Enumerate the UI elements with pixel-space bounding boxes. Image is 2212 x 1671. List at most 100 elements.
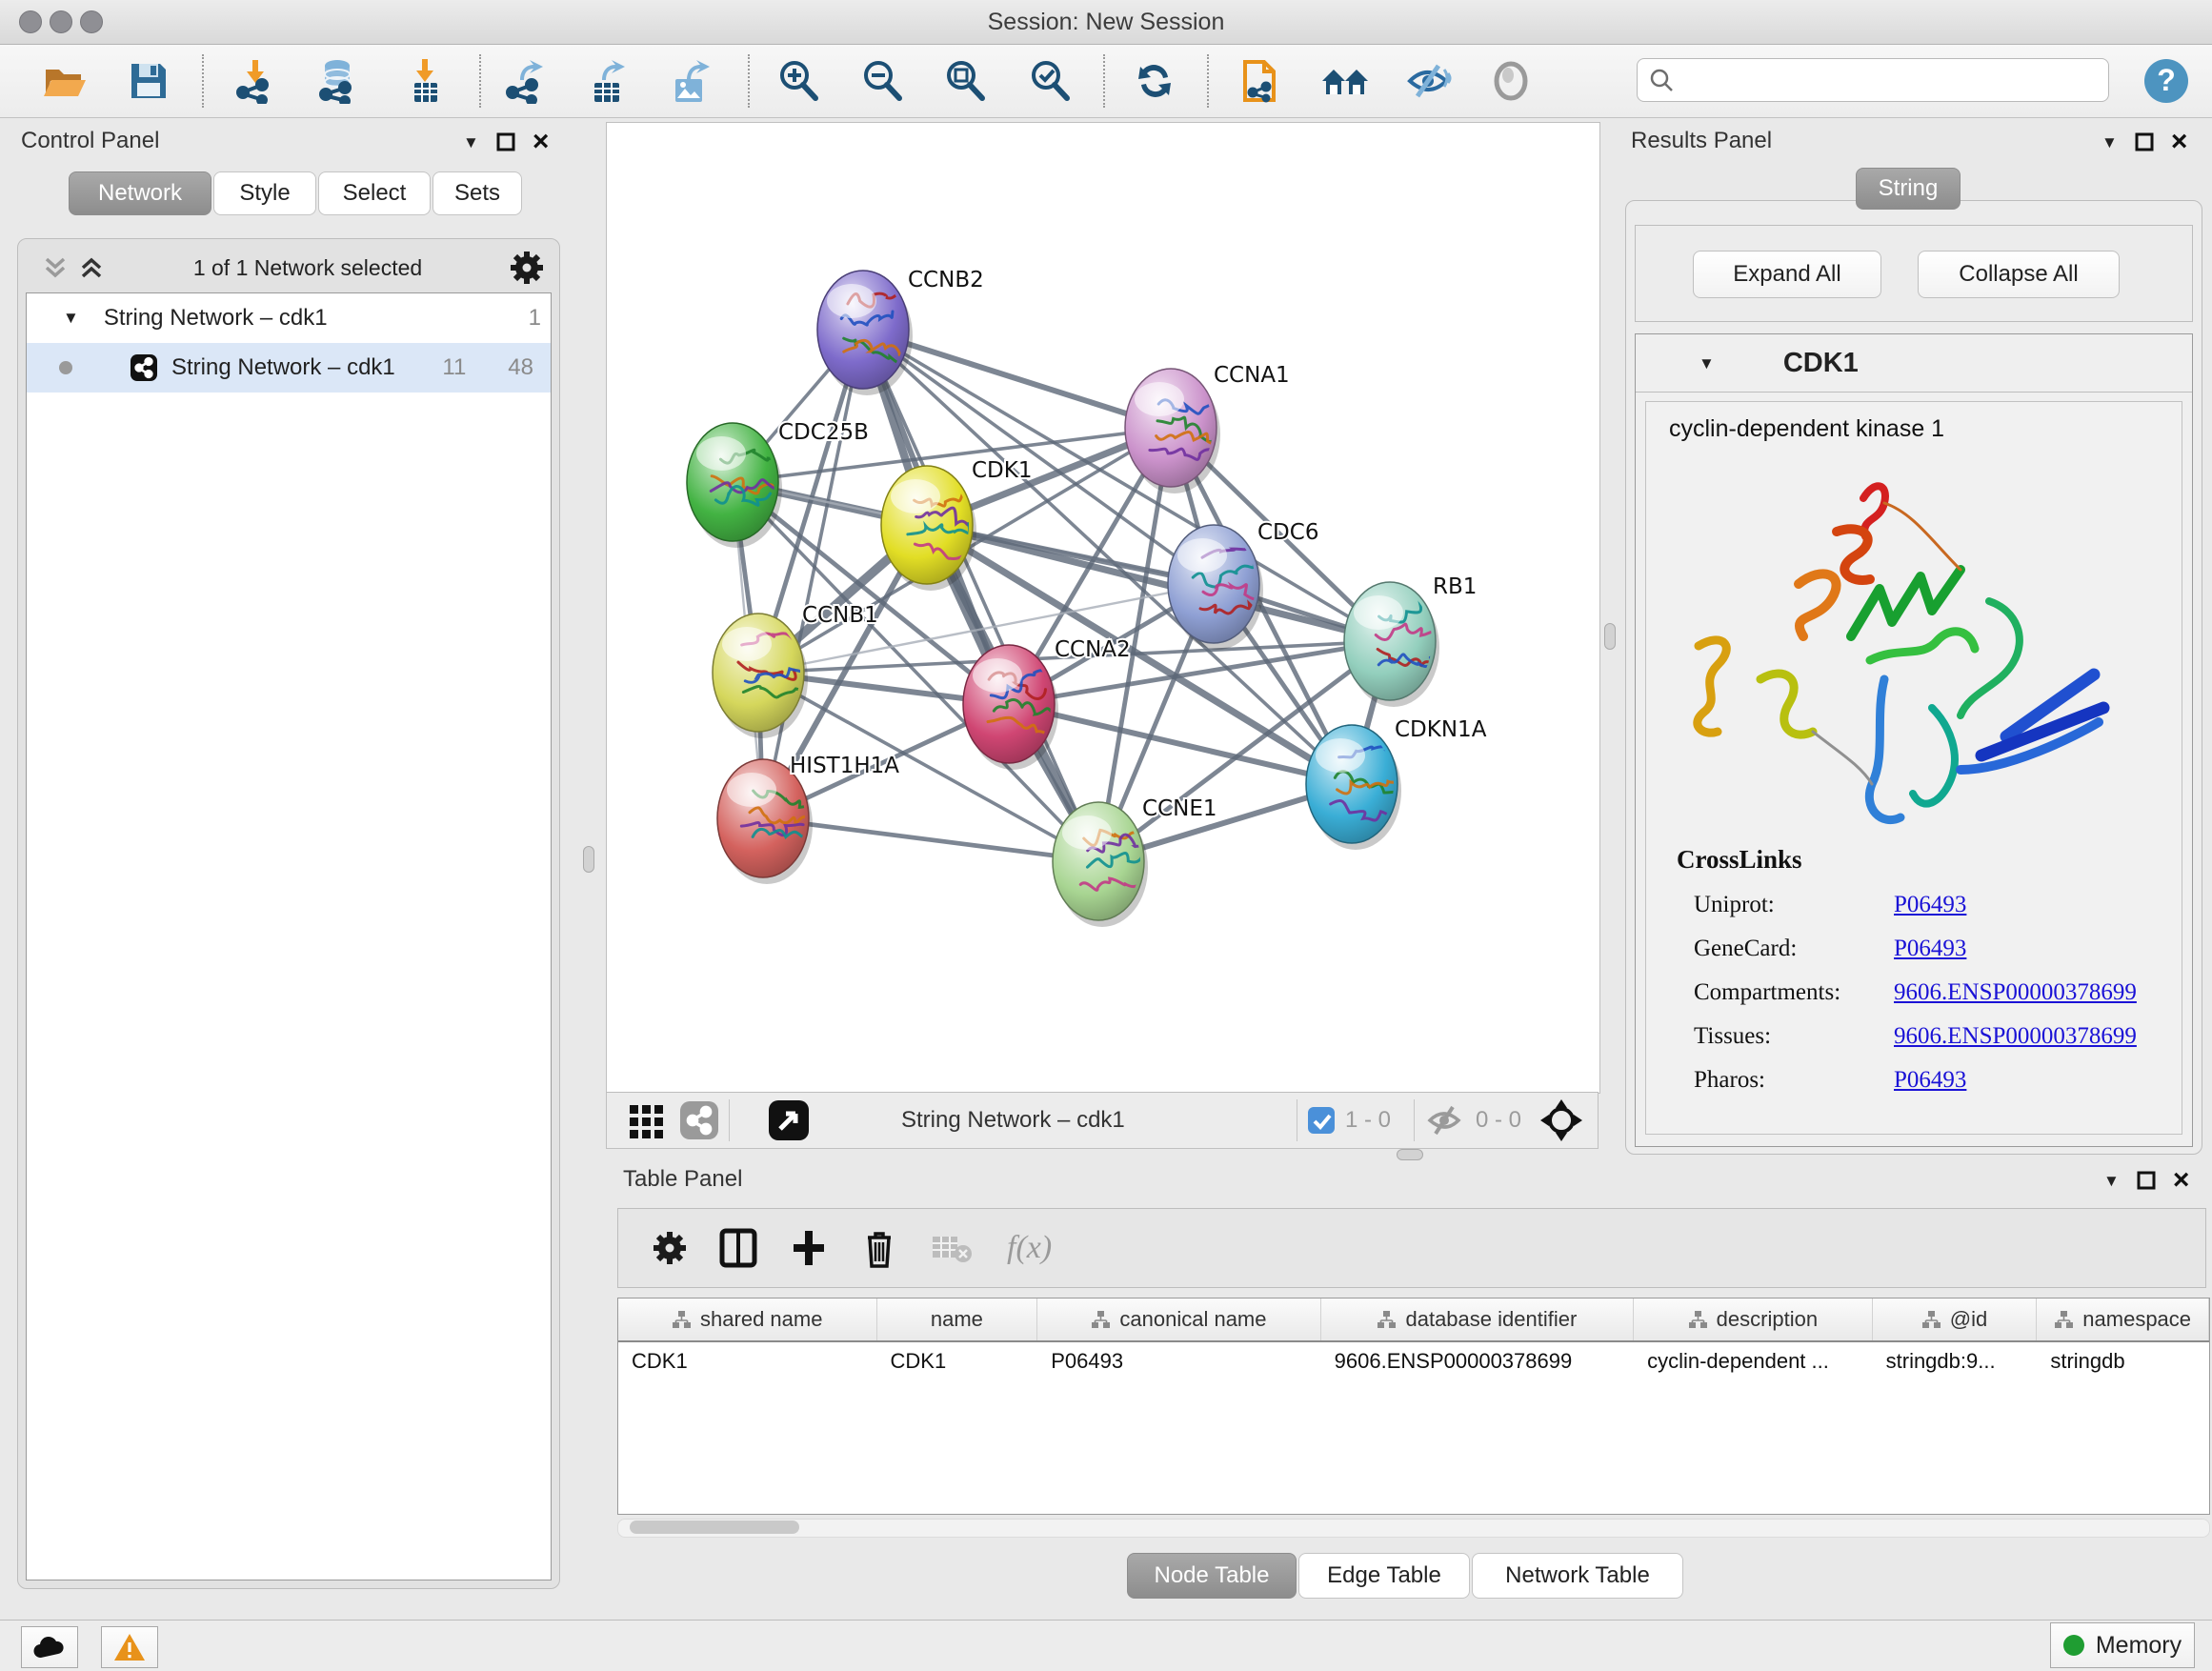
- tab-edge-table[interactable]: Edge Table: [1298, 1553, 1470, 1599]
- search-field[interactable]: [1637, 58, 2109, 102]
- network-list-options-gear-icon[interactable]: [510, 251, 544, 285]
- crosslink-value-link[interactable]: P06493: [1894, 1067, 1966, 1094]
- table-cell[interactable]: stringdb: [2037, 1342, 2209, 1380]
- table-options-gear-icon[interactable]: [653, 1231, 687, 1265]
- save-session-button[interactable]: [124, 56, 173, 106]
- hidden-eye-icon[interactable]: [1424, 1103, 1466, 1137]
- refresh-button[interactable]: [1130, 56, 1179, 106]
- network-edge[interactable]: [863, 330, 1098, 861]
- tab-network[interactable]: Network: [69, 171, 211, 215]
- zoom-selected-button[interactable]: [1025, 56, 1075, 106]
- warning-status-button[interactable]: [101, 1626, 158, 1668]
- network-node-rb1[interactable]: [1344, 582, 1439, 707]
- column-header--id[interactable]: @id: [1873, 1299, 2038, 1340]
- scrollbar-thumb[interactable]: [630, 1520, 799, 1534]
- show-columns-icon[interactable]: [719, 1227, 757, 1269]
- expand-all-icon[interactable]: [77, 253, 106, 282]
- network-node-ccna2[interactable]: [963, 645, 1058, 770]
- table-horizontal-scrollbar[interactable]: [617, 1519, 2210, 1538]
- crosslink-value-link[interactable]: P06493: [1894, 892, 1966, 918]
- import-network-file-button[interactable]: [231, 56, 280, 106]
- memory-button[interactable]: Memory: [2050, 1622, 2195, 1668]
- zoom-out-button[interactable]: [857, 56, 907, 106]
- column-header-canonical-name[interactable]: canonical name: [1037, 1299, 1320, 1340]
- network-node-cdc6[interactable]: [1168, 525, 1269, 650]
- export-network-button[interactable]: [500, 56, 550, 106]
- panel-float-icon[interactable]: [2135, 132, 2154, 151]
- column-header-shared-name[interactable]: shared name: [618, 1299, 877, 1340]
- selected-checkbox-icon[interactable]: [1307, 1106, 1336, 1135]
- tab-sets[interactable]: Sets: [432, 171, 522, 215]
- network-node-cdk1[interactable]: [881, 466, 983, 591]
- table-cell[interactable]: CDK1: [877, 1342, 1038, 1380]
- birds-eye-view-icon[interactable]: [768, 1099, 810, 1141]
- column-header-namespace[interactable]: namespace: [2037, 1299, 2209, 1340]
- results-entry-header[interactable]: ▼ CDK1: [1636, 334, 2192, 393]
- network-node-ccna1[interactable]: [1125, 369, 1224, 493]
- network-node-ccnb2[interactable]: [817, 271, 913, 395]
- export-image-button[interactable]: [665, 56, 714, 106]
- crosslink-value-link[interactable]: 9606.ENSP00000378699: [1894, 979, 2137, 1006]
- tab-style[interactable]: Style: [213, 171, 316, 215]
- fit-content-crosshair-icon[interactable]: [1538, 1097, 1584, 1143]
- network-tree-child-row[interactable]: String Network – cdk1 11 48: [27, 343, 551, 393]
- tab-string-results[interactable]: String: [1856, 168, 1961, 210]
- left-splitter-grip[interactable]: [583, 846, 594, 873]
- tab-node-table[interactable]: Node Table: [1127, 1553, 1297, 1599]
- cloud-status-button[interactable]: [21, 1626, 78, 1668]
- expand-all-button[interactable]: Expand All: [1693, 251, 1881, 298]
- string-document-button[interactable]: [1236, 56, 1285, 106]
- delete-column-icon[interactable]: [860, 1226, 898, 1270]
- delete-table-icon[interactable]: [931, 1229, 975, 1267]
- help-button[interactable]: ?: [2142, 56, 2191, 106]
- zoom-in-button[interactable]: [774, 56, 823, 106]
- export-table-button[interactable]: [582, 56, 632, 106]
- add-column-icon[interactable]: [790, 1227, 828, 1269]
- tree-expand-icon[interactable]: ▼: [63, 309, 79, 328]
- grid-view-icon[interactable]: [628, 1101, 666, 1139]
- tab-network-table[interactable]: Network Table: [1472, 1553, 1683, 1599]
- entry-collapse-icon[interactable]: ▼: [1699, 355, 1715, 372]
- collapse-all-button[interactable]: Collapse All: [1918, 251, 2120, 298]
- panel-menu-icon[interactable]: ▼: [2101, 134, 2118, 151]
- network-node-ccnb1[interactable]: [713, 614, 812, 738]
- zoom-fit-button[interactable]: [940, 56, 990, 106]
- function-builder-icon[interactable]: f(x): [1007, 1230, 1052, 1266]
- table-cell[interactable]: cyclin-dependent ...: [1634, 1342, 1873, 1380]
- import-table-file-button[interactable]: [400, 56, 450, 106]
- column-header-database-identifier[interactable]: database identifier: [1321, 1299, 1634, 1340]
- network-share-button-icon[interactable]: [679, 1100, 719, 1140]
- panel-close-icon[interactable]: ×: [2171, 128, 2188, 156]
- table-cell[interactable]: 9606.ENSP00000378699: [1321, 1342, 1634, 1380]
- network-node-ccne1[interactable]: [1053, 802, 1154, 927]
- column-header-description[interactable]: description: [1634, 1299, 1873, 1340]
- column-header-name[interactable]: name: [877, 1299, 1038, 1340]
- right-splitter-grip[interactable]: [1604, 623, 1616, 650]
- network-graph[interactable]: CCNB2CCNA1CDC25BCDK1CDC6RB1CCNB1CCNA2CDK…: [607, 123, 1599, 1093]
- open-session-button[interactable]: [40, 56, 90, 106]
- show-all-button[interactable]: [1486, 56, 1536, 106]
- tab-select[interactable]: Select: [318, 171, 431, 215]
- panel-menu-icon[interactable]: ▼: [463, 134, 479, 151]
- network-tree-root-row[interactable]: ▼ String Network – cdk1 1: [27, 293, 551, 343]
- table-row[interactable]: CDK1CDK1P064939606.ENSP00000378699cyclin…: [618, 1342, 2209, 1380]
- table-cell[interactable]: P06493: [1037, 1342, 1320, 1380]
- crosslink-value-link[interactable]: 9606.ENSP00000378699: [1894, 1023, 2137, 1050]
- table-cell[interactable]: stringdb:9...: [1873, 1342, 2038, 1380]
- collapse-all-icon[interactable]: [41, 253, 70, 282]
- homes-button[interactable]: [1320, 56, 1370, 106]
- panel-float-icon[interactable]: [2137, 1171, 2156, 1190]
- crosslink-value-link[interactable]: P06493: [1894, 936, 1966, 962]
- panel-close-icon[interactable]: ×: [2173, 1166, 2190, 1195]
- panel-float-icon[interactable]: [496, 132, 515, 151]
- hide-selected-button[interactable]: [1403, 56, 1453, 106]
- network-node-cdc25b[interactable]: [687, 423, 787, 548]
- network-node-cdkn1a[interactable]: [1306, 725, 1405, 850]
- network-edge[interactable]: [763, 818, 1098, 861]
- panel-close-icon[interactable]: ×: [533, 128, 550, 156]
- table-cell[interactable]: CDK1: [618, 1342, 877, 1380]
- network-toolbar-separator: [729, 1099, 730, 1141]
- panel-menu-icon[interactable]: ▼: [2103, 1173, 2120, 1189]
- network-canvas[interactable]: CCNB2CCNA1CDC25BCDK1CDC6RB1CCNB1CCNA2CDK…: [606, 122, 1600, 1094]
- import-network-database-button[interactable]: [312, 56, 362, 106]
